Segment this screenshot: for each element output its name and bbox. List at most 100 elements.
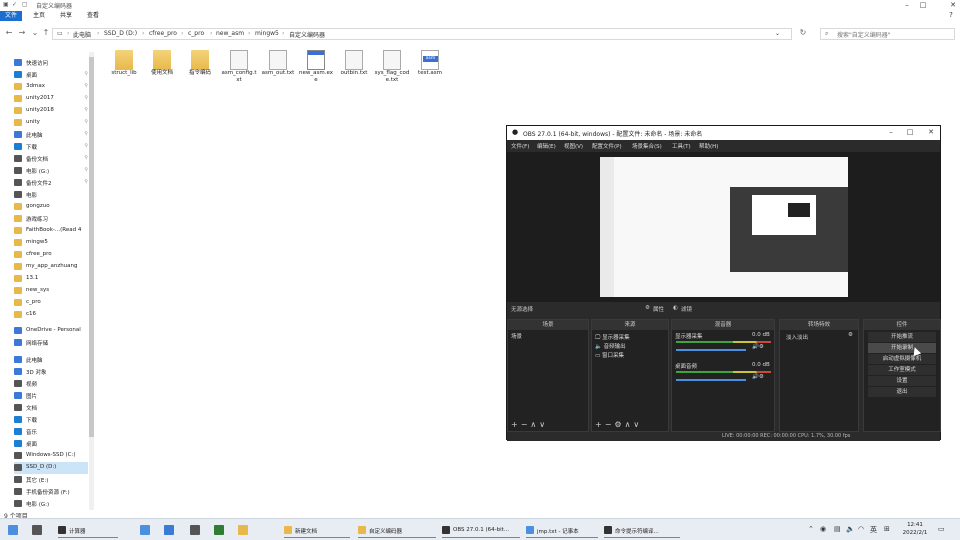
- volume-slider[interactable]: [676, 379, 746, 381]
- volume-icon[interactable]: 🔈: [846, 525, 855, 533]
- nav-item[interactable]: 快速访问: [14, 57, 88, 69]
- volume-slider[interactable]: [676, 349, 746, 351]
- taskbar-app[interactable]: 命令提示符编译...: [604, 522, 680, 538]
- menu-tools[interactable]: 工具(T): [672, 142, 691, 150]
- close-button[interactable]: ✕: [946, 0, 960, 10]
- start-streaming-button[interactable]: 开始推流: [868, 332, 936, 342]
- wechat-tray-icon[interactable]: ◉: [820, 525, 826, 533]
- tab-share[interactable]: 共享: [55, 11, 77, 21]
- nav-item[interactable]: 电影 (G:): [14, 498, 88, 510]
- help-icon[interactable]: ?: [944, 10, 958, 20]
- up-icon[interactable]: ↑: [41, 28, 51, 38]
- nav-item[interactable]: 其它 (E:): [14, 474, 88, 486]
- nav-item[interactable]: 电影 (G:) ⚲: [14, 165, 88, 177]
- obs-minimize-button[interactable]: –: [885, 128, 897, 136]
- network-icon[interactable]: ▤: [834, 525, 841, 533]
- nav-item[interactable]: 手机备份资源 (F:): [14, 486, 88, 498]
- nav-item[interactable]: 图片: [14, 390, 88, 402]
- file-item[interactable]: asm_out.txt: [260, 50, 296, 90]
- nav-item[interactable]: new_sys: [14, 285, 88, 297]
- minimize-button[interactable]: –: [900, 0, 914, 10]
- scene-toolbar[interactable]: +−∧∨: [511, 420, 548, 429]
- tray-overflow-icon[interactable]: ⌃: [808, 525, 814, 533]
- nav-item[interactable]: unity2017 ⚲: [14, 93, 88, 105]
- recent-dropdown-icon[interactable]: ⌄: [30, 28, 40, 38]
- nav-item[interactable]: OneDrive - Personal: [14, 325, 88, 337]
- nav-item[interactable]: 13.1: [14, 273, 88, 285]
- ime-mode-icon[interactable]: ⊞: [884, 525, 890, 533]
- mute-icon[interactable]: 🔊⚙: [752, 344, 764, 350]
- file-item[interactable]: 使用文档: [144, 50, 180, 90]
- taskbar-app[interactable]: OBS 27.0.1 (64-bit...: [442, 522, 520, 538]
- nav-item[interactable]: c_pro: [14, 297, 88, 309]
- taskbar-app[interactable]: 自定义编码器: [358, 522, 436, 538]
- start-recording-button[interactable]: 开始录制: [868, 343, 936, 353]
- properties-button[interactable]: 属性: [653, 305, 664, 313]
- nav-item[interactable]: 网络存储: [14, 337, 88, 349]
- obs-maximize-button[interactable]: □: [904, 128, 916, 136]
- refresh-icon[interactable]: ↻: [798, 28, 808, 38]
- nav-item[interactable]: 此电脑: [14, 354, 88, 366]
- pinned-app-icon[interactable]: [190, 525, 200, 535]
- source-toolbar[interactable]: +−⚙∧∨: [595, 420, 642, 429]
- file-item[interactable]: struct_lib: [106, 50, 142, 90]
- nav-item[interactable]: gongzuo: [14, 201, 88, 213]
- nav-item[interactable]: 下载 ⚲: [14, 141, 88, 153]
- file-item[interactable]: 指令编码: [182, 50, 218, 90]
- forward-icon[interactable]: →: [17, 28, 27, 38]
- breadcrumb-item-current[interactable]: 自定义编码器: [289, 30, 325, 39]
- ime-indicator[interactable]: 英: [870, 525, 877, 535]
- pinned-app-icon[interactable]: [140, 525, 150, 535]
- pinned-app-icon[interactable]: [238, 525, 248, 535]
- tab-home[interactable]: 主页: [28, 11, 50, 21]
- nav-scrollbar[interactable]: [89, 52, 94, 510]
- properties-icon[interactable]: ✓: [12, 1, 17, 8]
- source-item[interactable]: 🔈 音频输出: [595, 342, 626, 350]
- studio-mode-button[interactable]: 工作室模式: [868, 365, 936, 375]
- nav-item[interactable]: Windows-SSD (C:): [14, 450, 88, 462]
- scrollbar-thumb[interactable]: [89, 57, 94, 437]
- nav-item[interactable]: cfree_pro: [14, 249, 88, 261]
- address-bar[interactable]: ▭ › 此电脑 › SSD_D (D:) › cfree_pro › c_pro…: [52, 28, 792, 40]
- nav-item[interactable]: SSD_D (D:): [14, 462, 88, 474]
- pinned-app-icon[interactable]: [214, 525, 224, 535]
- breadcrumb-item[interactable]: SSD_D (D:): [104, 30, 137, 37]
- nav-item[interactable]: 电影: [14, 189, 88, 201]
- new-folder-icon[interactable]: ▢: [22, 1, 28, 8]
- nav-item[interactable]: FaithBook-...(Read 4: [14, 225, 88, 237]
- nav-item[interactable]: 桌面 ⚲: [14, 69, 88, 81]
- file-item[interactable]: outbin.txt: [336, 50, 372, 90]
- clock[interactable]: 12:41 2022/2/1: [898, 521, 932, 537]
- breadcrumb-item[interactable]: c_pro: [188, 30, 204, 37]
- address-dropdown-icon[interactable]: ⌄: [775, 30, 780, 37]
- filters-icon[interactable]: ◐: [673, 305, 678, 311]
- breadcrumb-item[interactable]: cfree_pro: [149, 30, 177, 37]
- nav-item[interactable]: 3dmax ⚲: [14, 81, 88, 93]
- file-item[interactable]: new_asm.exe: [298, 50, 334, 90]
- pinned-app-icon[interactable]: [164, 525, 174, 535]
- source-item[interactable]: 🖵 显示器采集: [595, 333, 630, 342]
- file-item[interactable]: asm test.asm: [412, 50, 448, 90]
- menu-edit[interactable]: 编辑(E): [537, 142, 556, 150]
- menu-help[interactable]: 帮助(H): [699, 142, 718, 150]
- breadcrumb-item[interactable]: 此电脑: [73, 30, 91, 39]
- nav-item[interactable]: 下载: [14, 414, 88, 426]
- tab-view[interactable]: 查看: [82, 11, 104, 21]
- nav-item[interactable]: my_app_anzhuang: [14, 261, 88, 273]
- menu-scene-collection[interactable]: 场景集合(S): [632, 142, 662, 150]
- exit-button[interactable]: 退出: [868, 387, 936, 397]
- nav-item[interactable]: 音乐: [14, 426, 88, 438]
- nav-item[interactable]: 视频: [14, 378, 88, 390]
- nav-item[interactable]: 文档: [14, 402, 88, 414]
- virtual-camera-button[interactable]: 启动虚拟摄像机: [868, 354, 936, 364]
- nav-item[interactable]: mingw5: [14, 237, 88, 249]
- nav-item[interactable]: 3D 对象: [14, 366, 88, 378]
- nav-item[interactable]: 备份文档 ⚲: [14, 153, 88, 165]
- settings-button[interactable]: 设置: [868, 376, 936, 386]
- search-taskbar-icon[interactable]: [32, 525, 42, 535]
- taskbar-app[interactable]: jmp.txt - 记事本: [526, 522, 598, 538]
- taskbar-app[interactable]: 新建文档: [284, 522, 350, 538]
- nav-item[interactable]: 桌面: [14, 438, 88, 450]
- obs-close-button[interactable]: ✕: [925, 128, 937, 136]
- properties-gear-icon[interactable]: ⚙: [645, 305, 650, 311]
